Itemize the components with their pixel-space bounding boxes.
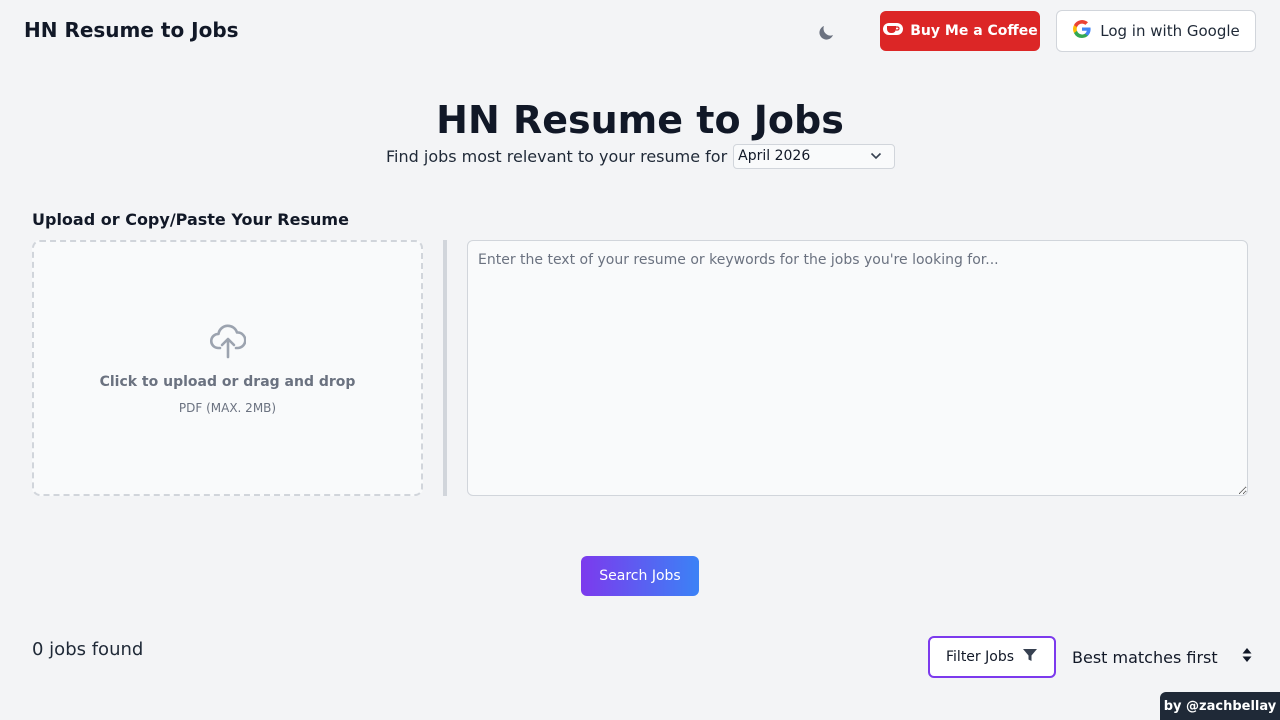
- buy-me-a-coffee-button[interactable]: Buy Me a Coffee: [880, 11, 1040, 51]
- subtitle-text: Find jobs most relevant to your resume f…: [386, 146, 728, 166]
- google-login-button[interactable]: Log in with Google: [1056, 10, 1256, 52]
- coffee-label: Buy Me a Coffee: [910, 23, 1038, 39]
- coffee-cup-icon: [882, 21, 904, 41]
- month-select[interactable]: April 2026: [733, 143, 896, 169]
- google-login-label: Log in with Google: [1100, 22, 1240, 40]
- dropzone-hint: PDF (MAX. 2MB): [178, 401, 277, 415]
- month-selected-value: April 2026: [738, 148, 811, 164]
- dropzone-title: Click to upload or drag and drop: [99, 374, 356, 390]
- sort-select[interactable]: Best matches first: [1072, 644, 1252, 670]
- google-icon: [1072, 19, 1092, 43]
- subtitle-row: Find jobs most relevant to your resume f…: [386, 143, 896, 169]
- filter-jobs-button[interactable]: Filter Jobs: [928, 636, 1056, 678]
- filter-jobs-label: Filter Jobs: [946, 649, 1014, 665]
- sort-selected-value: Best matches first: [1072, 647, 1218, 667]
- cloud-upload-icon: [209, 322, 247, 360]
- sort-arrows-icon: [1242, 647, 1252, 667]
- page-title: HN Resume to Jobs: [436, 98, 844, 142]
- search-jobs-button[interactable]: Search Jobs: [581, 556, 699, 596]
- vertical-divider: [443, 240, 447, 496]
- jobs-found-count: 0 jobs found: [32, 639, 144, 660]
- chevron-down-icon: [870, 148, 882, 164]
- resume-textarea[interactable]: [467, 240, 1248, 496]
- header: HN Resume to Jobs Buy Me a Coffee Log in…: [0, 0, 1280, 64]
- author-credit-link[interactable]: by @zachbellay: [1160, 692, 1280, 720]
- filter-icon: [1022, 647, 1038, 667]
- moon-icon[interactable]: [817, 22, 837, 42]
- upload-section-label: Upload or Copy/Paste Your Resume: [32, 210, 349, 229]
- resume-dropzone[interactable]: Click to upload or drag and drop PDF (MA…: [32, 240, 423, 496]
- brand-title[interactable]: HN Resume to Jobs: [24, 18, 239, 42]
